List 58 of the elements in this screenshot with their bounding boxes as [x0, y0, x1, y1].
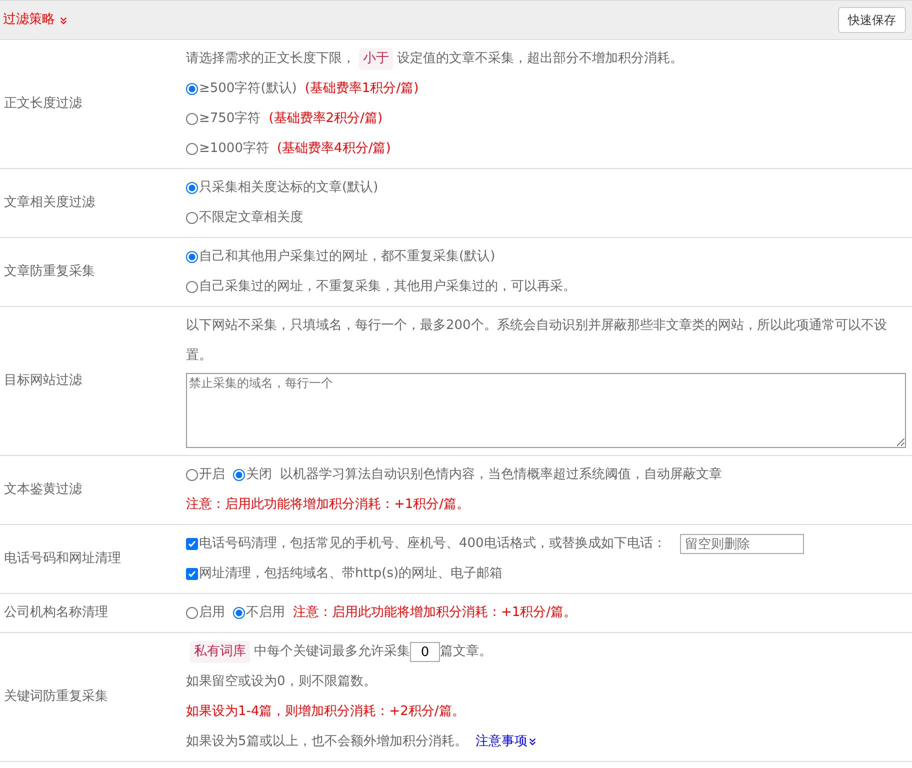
radio-button[interactable] [233, 607, 245, 619]
keyword-tag: 小于 [359, 48, 393, 70]
checkbox[interactable] [186, 568, 198, 580]
warning-text: 注意：启用此功能将增加积分消耗：+1积分/篇。 [293, 604, 577, 622]
warning-text: 如果设为1-4篇，则增加积分消耗：+2积分/篇。 [186, 703, 465, 721]
section-title[interactable]: 过滤策略 [3, 10, 55, 30]
checkbox[interactable] [186, 538, 198, 550]
count-input-field[interactable]: 0 [410, 642, 440, 662]
field-label: 正文长度过滤 [4, 95, 82, 114]
field-label: 目标网站过滤 [4, 372, 82, 390]
warning-text: (基础费率4积分/篇) [276, 140, 391, 158]
field-label: 关键词防重复采集 [4, 688, 108, 706]
option-label[interactable]: 不限定文章相关度 [199, 208, 303, 228]
option-label[interactable]: 网址清理，包括纯域名、带http(s)的网址、电子邮箱 [199, 564, 503, 584]
radio-button[interactable] [186, 469, 198, 481]
option-label[interactable]: ≥1000字符 [199, 139, 269, 159]
radio-button[interactable] [186, 113, 198, 125]
phone-input-field[interactable]: 留空则删除 [680, 534, 804, 554]
option-label[interactable]: ≥500字符(默认) [199, 79, 297, 99]
help-text: 请选择需求的正文长度下限， [186, 50, 355, 68]
warning-text: (基础费率2积分/篇) [268, 110, 383, 128]
field-label: 文章相关度过滤 [4, 194, 95, 212]
field-label: 文章防重复采集 [4, 263, 95, 282]
double-chevron-icon [528, 737, 538, 746]
quick-save-button[interactable]: 快速保存 [838, 7, 906, 33]
help-text: 篇文章。 [440, 643, 492, 661]
domain-input-field[interactable]: 禁止采集的域名，每行一个 [186, 373, 906, 448]
help-text: 以机器学习算法自动识别色情内容，当色情概率超过系统阈值，自动屏蔽文章 [280, 466, 722, 484]
radio-button[interactable] [186, 281, 198, 293]
radio-button[interactable] [186, 607, 198, 619]
warning-text: (基础费率1积分/篇) [304, 80, 419, 98]
double-chevron-icon [59, 16, 68, 24]
radio-button[interactable] [186, 83, 198, 95]
field-label: 公司机构名称清理 [4, 604, 108, 622]
option-label[interactable]: 自己采集过的网址，不重复采集，其他用户采集过的，可以再采。 [199, 277, 576, 297]
help-text: 中每个关键词最多允许采集 [254, 643, 410, 661]
option-label[interactable]: 不启用 [246, 603, 285, 623]
field-label: 文本鉴黄过滤 [4, 481, 82, 500]
option-label[interactable]: 自己和其他用户采集过的网址，都不重复采集(默认) [199, 247, 496, 267]
radio-button[interactable] [186, 251, 198, 263]
option-label[interactable]: 启用 [199, 603, 225, 623]
help-text: 如果留空或设为0，则不限篇数。 [186, 673, 376, 691]
help-text: 设定值的文章不采集，超出部分不增加积分消耗。 [397, 50, 683, 68]
radio-button[interactable] [186, 212, 198, 224]
option-label[interactable]: 开启 [199, 465, 225, 485]
option-label[interactable]: 电话号码清理，包括常见的手机号、座机号、400电话格式，或替换成如下电话： [199, 534, 666, 554]
option-label[interactable]: 只采集相关度达标的文章(默认) [199, 178, 378, 198]
field-label: 电话号码和网址清理 [4, 550, 121, 568]
keyword-tag: 私有词库 [190, 641, 250, 663]
radio-button[interactable] [186, 143, 198, 155]
option-label[interactable]: 关闭 [246, 465, 272, 485]
help-text: 以下网站不采集，只填域名，每行一个，最多200个。系统会自动识别并屏蔽那些非文章类的网站，所以此项通常可以不设置。 [186, 317, 888, 365]
radio-button[interactable] [233, 469, 245, 481]
notes-link[interactable]: 注意事项 [475, 732, 538, 752]
help-text: 如果设为5篇或以上，也不会额外增加积分消耗。 [186, 733, 468, 751]
option-label[interactable]: ≥750字符 [199, 109, 261, 129]
warning-text: 注意：启用此功能将增加积分消耗：+1积分/篇。 [186, 496, 470, 514]
radio-button[interactable] [186, 182, 198, 194]
